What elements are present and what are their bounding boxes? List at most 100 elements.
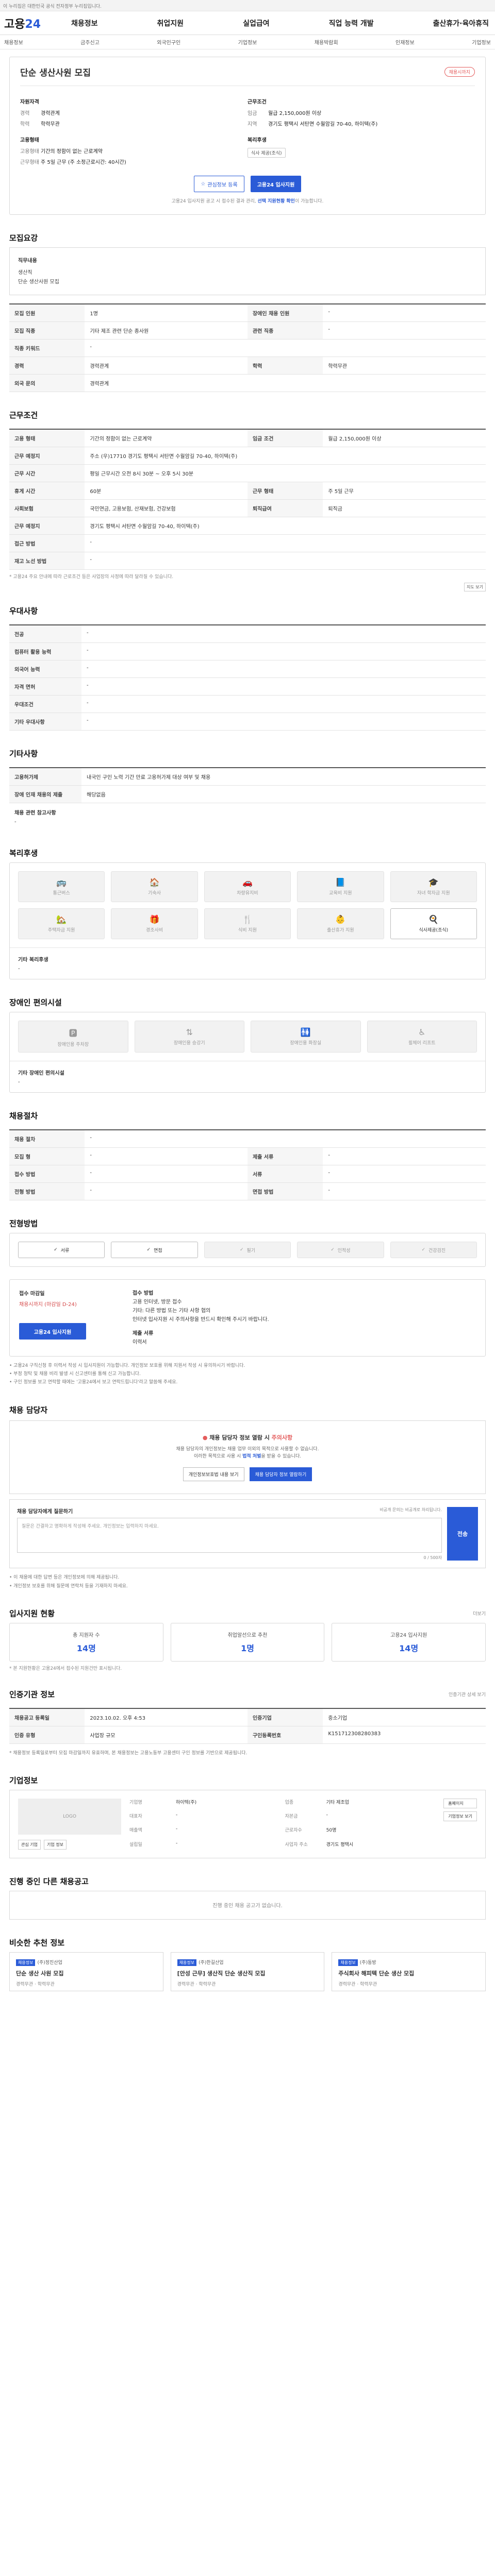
rec-title: 단순 생산 사원 모집 <box>16 1970 64 1977</box>
cell-value: - <box>81 713 486 731</box>
company-link[interactable]: 기업 정보 <box>43 1839 67 1850</box>
job-table: 모집 인원 1명 장애인 채용 인원 - 모집 직종 기타 제조 관련 단순 종사원 관련 … <box>9 303 486 392</box>
cell-label: 접근 방법 <box>9 534 85 552</box>
cell-label: 컴퓨터 활용 능력 <box>9 642 81 660</box>
cell-label: 구인등록번호 <box>247 1726 323 1744</box>
apply-button-2[interactable]: 고용24 입사지원 <box>19 1323 86 1340</box>
stat-card: 고용24 입사지원 14명 <box>332 1622 486 1662</box>
summary-row: 임금 월급 2,150,000원 이상 <box>248 109 475 116</box>
rec-title: [안성 근무] 생산직 단순 생산직 모집 <box>177 1970 266 1977</box>
check-icon: ✓ <box>331 1247 335 1252</box>
company-side-button[interactable]: 홈페이지 <box>443 1798 477 1808</box>
section-progress: 진행 중인 다른 채용공고 <box>9 1876 486 1887</box>
benefit-icon: 🍴 <box>242 914 253 924</box>
subnav-item[interactable]: 금주신고 <box>80 38 100 46</box>
selection-label: 건강검진 <box>428 1248 446 1253</box>
section-job: 모집요강 <box>9 232 486 243</box>
cell-label: 근무 형태 <box>247 482 323 500</box>
section-label: 고용형태 <box>20 138 39 143</box>
question-input[interactable]: 질문은 간결하고 명확하게 작성해 주세요. 개인정보는 입력하지 마세요. <box>17 1518 442 1553</box>
job-title: 단순 생산사원 모집 <box>20 68 91 78</box>
company-label: 사업자 주소 <box>285 1842 308 1848</box>
subnav-item[interactable]: 기업정보 <box>238 38 257 46</box>
gnb-item[interactable]: 직업 능력 개발 <box>329 18 374 28</box>
gnb-item[interactable]: 실업급여 <box>243 18 270 28</box>
cell-value: 주 5일 근무 <box>323 482 486 500</box>
benefit-icon: 🎓 <box>428 877 439 887</box>
table-row: 장애 인재 채용의 제출 해당없음 <box>9 785 486 803</box>
gnb-item[interactable]: 취업지원 <box>157 18 184 28</box>
facility-label: 장애인용 화장실 <box>290 1041 322 1046</box>
footnote: * 고용24 주요 안내에 따라 근로조건 등은 사업장의 사정에 따라 달라질… <box>9 574 174 580</box>
logo[interactable]: 고용24 <box>4 15 71 31</box>
rec-top: 채용정보 (주)한길산업 <box>177 1959 318 1966</box>
rec-card[interactable]: 채용정보 (주)한길산업 [안성 근무] 생산직 단순 생산직 모집 경력무관 · 학… <box>170 1952 325 1991</box>
summary-row: 학력 학력무관 <box>20 120 248 127</box>
table-row: 컴퓨터 활용 능력 - <box>9 642 486 660</box>
facility-item: 🚻 장애인용 화장실 <box>251 1021 361 1053</box>
table-row: 고용 형태 기간의 정함이 없는 근로계약 임금 조건 월급 2,150,000원 이… <box>9 429 486 447</box>
method-value: 고용 인터넷, 방문 접수 기타: 다른 방법 또는 기타 사항 협의 인터넷 … <box>133 1299 269 1323</box>
section-title: 전형방법 <box>9 1219 38 1228</box>
company-value: - <box>176 1826 178 1832</box>
company-side-button[interactable]: 기업정보 보기 <box>443 1811 477 1821</box>
company-link[interactable]: 관심 기업 <box>18 1839 41 1850</box>
subnav-item[interactable]: 기업정보 <box>472 38 491 46</box>
subnav-item[interactable]: 인재정보 <box>395 38 415 46</box>
cell-label: 학력 <box>247 357 323 375</box>
benefit-label: 경조사비 <box>146 928 163 933</box>
facility-icon: 🚻 <box>300 1027 311 1037</box>
cell-label: 전형 방법 <box>9 1182 85 1200</box>
section-title: 모집요강 <box>9 233 38 243</box>
benefit-item: 🏡 주택자금 지원 <box>18 908 105 939</box>
table-row: 전형 방법 - 면접 방법 - <box>9 1182 486 1200</box>
note-link[interactable]: 선택 지원현황 확인 <box>257 199 295 204</box>
privacy-law-button[interactable]: 개인정보보호법 내용 보기 <box>183 1467 244 1482</box>
rec-card[interactable]: 채용정보 (주)동방 주식회사 해피텍 단순 생산 모집 경력무관 · 학력무관 <box>332 1952 486 1991</box>
benefit-label: 주택자금 지원 <box>47 928 75 933</box>
apply-button[interactable]: 고용24 입사지원 <box>251 176 301 192</box>
selection-label: 서류 <box>60 1248 70 1253</box>
info-table: 채용공고 등록일 2023.10.02. 오후 4:53 인증기업 중소기업 인증 유형… <box>9 1707 486 1744</box>
rec-card[interactable]: 채용정보 (주)정진산업 단순 생산 사원 모집 경력무관 · 학력무관 <box>9 1952 163 1991</box>
row-value: 월급 2,150,000원 이상 <box>268 111 322 116</box>
benefit-label: 자녀 학자금 지원 <box>417 891 450 896</box>
benefit-icon: 🏡 <box>56 914 67 924</box>
row-label: 경력 <box>20 111 30 116</box>
gnb-item[interactable]: 채용정보 <box>71 18 98 28</box>
cell-label: 채용공고 등록일 <box>9 1708 85 1726</box>
deadline-value: 채용시까지 (마감일 D-24) <box>19 1302 77 1308</box>
subnav-item[interactable]: 채용정보 <box>4 38 23 46</box>
cell-value: - <box>85 552 486 570</box>
table-row: 접수 방법 - 서류 - <box>9 1165 486 1183</box>
benefit-label: 출산휴가 지원 <box>327 928 354 933</box>
cell-label: 전공 <box>9 625 81 643</box>
section-title: 비슷한 추천 정보 <box>9 1938 65 1947</box>
benefit-item: 🚗 차량유지비 <box>204 871 291 902</box>
benefit-icon: 🚌 <box>56 877 67 887</box>
more-link[interactable]: 더보기 <box>473 1610 486 1617</box>
cell-label: 임금 조건 <box>247 429 323 447</box>
cell-label: 고용허가제 <box>9 768 81 786</box>
info-detail-link[interactable]: 인증기관 상세 보기 <box>449 1691 486 1698</box>
company-value: 경기도 평택시 <box>326 1842 354 1848</box>
company-logo: LOGO <box>18 1798 121 1835</box>
cell-value: - <box>85 1182 248 1200</box>
cell-label: 재고 노선 방법 <box>9 552 85 570</box>
cell-label: 외국어 능력 <box>9 660 81 678</box>
subnav-item[interactable]: 채용박람회 <box>315 38 338 46</box>
docs-value: 이력서 <box>133 1340 147 1345</box>
cell-label: 장애 인재 채용의 제출 <box>9 785 81 803</box>
question-submit-button[interactable]: 전송 <box>447 1507 478 1561</box>
benefits-foot-label: 기타 복리후생 <box>18 957 48 963</box>
gnb-item[interactable]: 출산휴가·육아휴직 <box>433 18 489 28</box>
subnav-item[interactable]: 외국인구인 <box>157 38 180 46</box>
map-button[interactable]: 지도 보기 <box>464 583 486 591</box>
view-contact-button[interactable]: 채용 담당자 정보 열람하기 <box>249 1467 312 1482</box>
cell-label: 기타 우대사항 <box>9 713 81 731</box>
note-text: 고용24 입사지원 공고 시 접수된 결과 관리, <box>171 199 258 204</box>
rec-title: 주식회사 해피텍 단순 생산 모집 <box>338 1970 415 1977</box>
benefit-item: 🚌 통근버스 <box>18 871 105 902</box>
question-title: 채용 담당자에게 질문하기 <box>17 1509 73 1515</box>
favorite-button[interactable]: ☆ 관심정보 등록 <box>194 176 244 192</box>
